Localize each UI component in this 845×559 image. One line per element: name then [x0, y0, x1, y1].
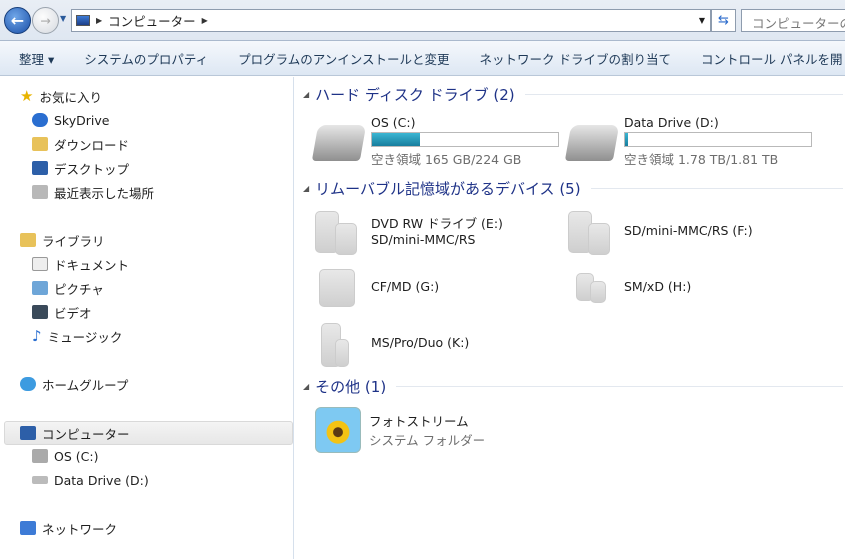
command-bar: 整理 ▾ システムのプロパティ プログラムのアンインストールと変更 ネットワーク…	[0, 40, 845, 76]
folder-download-icon	[32, 137, 48, 151]
breadcrumb-computer[interactable]: コンピューター	[108, 11, 196, 30]
homegroup-icon	[20, 377, 36, 391]
recent-pages-dropdown[interactable]: ▼	[60, 14, 66, 23]
windows-hard-drive-icon	[311, 125, 367, 161]
music-icon: ♪	[32, 327, 42, 345]
hard-drive-icon	[564, 125, 620, 161]
organize-button[interactable]: 整理 ▾	[19, 49, 54, 68]
refresh-button[interactable]: ⇆	[711, 9, 736, 32]
sunflower-icon	[315, 407, 361, 453]
map-network-drive-button[interactable]: ネットワーク ドライブの割り当て	[480, 49, 671, 68]
photo-stream[interactable]: フォトストリーム システム フォルダー	[315, 407, 485, 453]
collapse-icon[interactable]: ◢	[303, 184, 309, 193]
removable-card-icon	[315, 209, 363, 257]
drive-icon	[32, 476, 48, 484]
device-dvd-e[interactable]: DVD RW ドライブ (E:) SD/mini-MMC/RS	[315, 209, 503, 257]
drive-data-d[interactable]: Data Drive (D:) 空き領域 1.78 TB/1.81 TB	[564, 115, 812, 168]
sidebar-item-documents[interactable]: ドキュメント	[32, 253, 129, 275]
recent-places-icon	[32, 185, 48, 199]
device-sd-f[interactable]: SD/mini-MMC/RS (F:)	[568, 209, 753, 257]
windows-drive-icon	[32, 449, 48, 463]
library-icon	[20, 233, 36, 247]
system-properties-button[interactable]: システムのプロパティ	[84, 49, 208, 68]
breadcrumb-arrow-icon[interactable]: ▶	[96, 16, 102, 25]
network-icon	[20, 521, 36, 535]
device-sm-h[interactable]: SM/xD (H:)	[568, 265, 691, 313]
sidebar-item-music[interactable]: ♪ ミュージック	[32, 325, 122, 347]
collapse-icon[interactable]: ◢	[303, 382, 309, 391]
sidebar-item-videos[interactable]: ビデオ	[32, 301, 92, 323]
removable-card-icon	[315, 321, 363, 369]
uninstall-program-button[interactable]: プログラムのアンインストールと変更	[238, 49, 449, 68]
document-icon	[32, 257, 48, 271]
usage-bar	[371, 132, 559, 147]
content-pane: ◢ ハード ディスク ドライブ (2) OS (C:) 空き領域 165 GB/2…	[295, 77, 845, 559]
removable-card-icon	[568, 209, 616, 257]
computer-icon	[20, 426, 36, 440]
breadcrumb-arrow-icon[interactable]: ▶	[202, 16, 208, 25]
device-cf-g[interactable]: CF/MD (G:)	[315, 265, 439, 313]
removable-card-icon	[315, 265, 363, 313]
computer-icon	[76, 15, 90, 26]
sidebar-network[interactable]: ネットワーク	[20, 517, 117, 539]
sidebar-libraries[interactable]: ライブラリ	[20, 229, 105, 251]
cloud-icon	[32, 113, 48, 127]
removable-card-icon	[568, 265, 616, 313]
open-control-panel-button[interactable]: コントロール パネルを開く	[701, 49, 845, 68]
forward-button[interactable]: →	[32, 7, 59, 34]
sidebar-item-data-drive-d[interactable]: Data Drive (D:)	[32, 469, 149, 491]
sidebar-item-pictures[interactable]: ピクチャ	[32, 277, 104, 299]
group-header-removable[interactable]: ◢ リムーバブル記憶域があるデバイス (5)	[303, 178, 843, 199]
device-ms-k[interactable]: MS/Pro/Duo (K:)	[315, 321, 469, 369]
sidebar-item-recent[interactable]: 最近表示した場所	[32, 181, 154, 203]
sidebar-computer[interactable]: コンピューター	[20, 422, 130, 444]
address-dropdown-icon[interactable]: ▼	[699, 16, 705, 25]
group-header-hdd[interactable]: ◢ ハード ディスク ドライブ (2)	[303, 84, 843, 105]
search-input[interactable]: コンピューターの検索	[741, 9, 845, 32]
desktop-icon	[32, 161, 48, 175]
star-icon: ★	[20, 87, 34, 105]
picture-icon	[32, 281, 48, 295]
sidebar-favorites[interactable]: ★ お気に入り	[20, 85, 102, 107]
address-bar[interactable]: ▶ コンピューター ▶ ▼	[71, 9, 711, 32]
sidebar-item-desktop[interactable]: デスクトップ	[32, 157, 129, 179]
navigation-pane: ★ お気に入り SkyDrive ダウンロード デスクトップ 最近表示した場所 ラ…	[0, 77, 294, 559]
sidebar-homegroup[interactable]: ホームグループ	[20, 373, 128, 395]
collapse-icon[interactable]: ◢	[303, 90, 309, 99]
sidebar-item-skydrive[interactable]: SkyDrive	[32, 109, 109, 131]
sidebar-item-os-c[interactable]: OS (C:)	[32, 445, 98, 467]
navigation-bar: ← → ▼ ▶ コンピューター ▶ ▼ ⇆ コンピューターの検索	[0, 0, 845, 40]
group-header-other[interactable]: ◢ その他 (1)	[303, 376, 843, 397]
drive-os-c[interactable]: OS (C:) 空き領域 165 GB/224 GB	[311, 115, 559, 168]
usage-bar	[624, 132, 812, 147]
sidebar-item-downloads[interactable]: ダウンロード	[32, 133, 129, 155]
back-button[interactable]: ←	[4, 7, 31, 34]
video-icon	[32, 305, 48, 319]
